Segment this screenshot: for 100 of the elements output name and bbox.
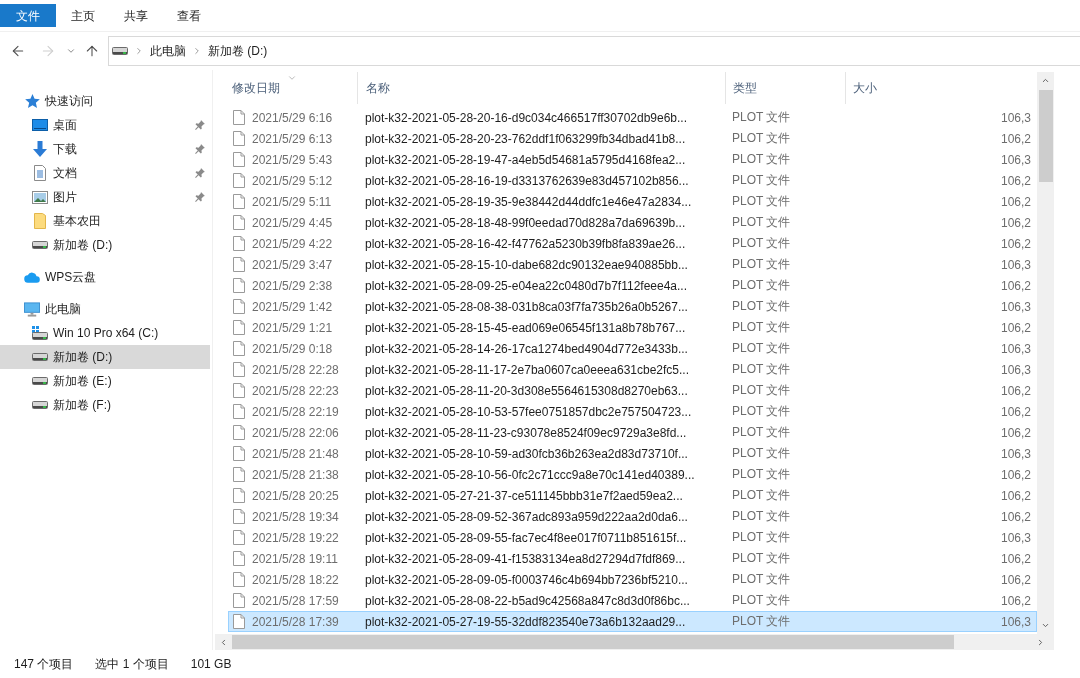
file-row[interactable]: 2021/5/29 3:47 plot-k32-2021-05-28-15-10-dabe682dc90132eae940885bb... PLOT 文件 106,3 [228,254,1037,275]
column-header[interactable]: 修改日期 [232,79,280,97]
file-row[interactable]: 2021/5/29 1:42 plot-k32-2021-05-28-08-38-031b8ca03f7fa735b26a0b5267... PLOT 文件 106,3 [228,296,1037,317]
modified-date: 2021/5/29 6:13 [252,131,333,146]
file-row[interactable]: 2021/5/28 21:38 plot-k32-2021-05-28-10-56-0fc2c71ccc9a8e70c141ed40389... PLOT 文件 106,2 [228,464,1037,485]
file-type: PLOT 文件 [732,467,791,481]
file-row[interactable]: 2021/5/29 2:38 plot-k32-2021-05-28-09-25-e04ea22c0480d7b7f112feee4a... PLOT 文件 106,2 [228,275,1037,296]
sidebar-item[interactable]: 下载 [0,137,210,161]
file-row[interactable]: 2021/5/28 19:22 plot-k32-2021-05-28-09-55-fac7ec4f8ee017f0711b851615f... PLOT 文件 106,3 [228,527,1037,548]
file-row[interactable]: 2021/5/28 22:28 plot-k32-2021-05-28-11-17-2e7ba0607ca0eeea631cbe2fc5... PLOT 文件 106,3 [228,359,1037,380]
file-row[interactable]: 2021/5/28 22:19 plot-k32-2021-05-28-10-53-57fee0751857dbc2e757504723... PLOT 文件 106,2 [228,401,1037,422]
file-row[interactable]: 2021/5/28 19:34 plot-k32-2021-05-28-09-52-367adc893a959d222aa2d0da6... PLOT 文件 106,2 [228,506,1037,527]
ribbon-tab[interactable]: 共享 [109,4,162,27]
ribbon-tab[interactable]: 主页 [56,4,109,27]
file-row[interactable]: 2021/5/28 22:23 plot-k32-2021-05-28-11-20-3d308e5564615308d8270eb63... PLOT 文件 106,2 [228,380,1037,401]
sidebar-item[interactable]: 图片 [0,185,210,209]
modified-date: 2021/5/29 5:11 [252,194,332,209]
modified-date: 2021/5/29 1:21 [252,320,333,335]
chevron-down-icon [1041,621,1050,630]
column-header[interactable]: 大小 [853,79,877,97]
file-row[interactable]: 2021/5/28 17:59 plot-k32-2021-05-28-08-22-b5ad9c42568a847c8d3d0f86bc... PLOT 文件 106,2 [228,590,1037,611]
file-size: 106,2 [1000,194,1031,209]
file-row[interactable]: 2021/5/29 0:18 plot-k32-2021-05-28-14-26-17ca1274bed4904d772e3433b... PLOT 文件 106,3 [228,338,1037,359]
sidebar-item[interactable]: 桌面 [0,113,210,137]
sidebar-item[interactable]: 快速访问 [0,89,210,113]
file-name: plot-k32-2021-05-28-18-48-99f0eedad70d828a7da69639b... [365,215,686,230]
file-row[interactable]: 2021/5/29 6:16 plot-k32-2021-05-28-20-16-d9c034c466517ff30702db9e6b... PLOT 文件 106,3 [228,107,1037,128]
file-row[interactable]: 2021/5/29 1:21 plot-k32-2021-05-28-15-45-ead069e06545f131a8b78b767... PLOT 文件 106,2 [228,317,1037,338]
modified-date: 2021/5/29 5:43 [252,152,333,167]
breadcrumb[interactable]: 新加卷 (D:) [202,40,274,62]
drive-icon [112,47,128,55]
sidebar-item[interactable]: WPS云盘 [0,265,210,289]
file-icon [233,299,245,314]
file-icon [233,467,245,482]
file-row[interactable]: 2021/5/29 5:43 plot-k32-2021-05-28-19-47-a4eb5d54681a5795d4168fea2... PLOT 文件 106,3 [228,149,1037,170]
file-type: PLOT 文件 [732,404,791,418]
file-type: PLOT 文件 [732,593,791,607]
file-row[interactable]: 2021/5/29 5:12 plot-k32-2021-05-28-16-19-d3313762639e83d457102b856... PLOT 文件 106,2 [228,170,1037,191]
modified-date: 2021/5/29 2:38 [252,278,333,293]
item-count: 147 个项目 [14,655,74,673]
file-name: plot-k32-2021-05-28-14-26-17ca1274bed4904d772e3433b... [365,341,688,356]
horizontal-scrollbar[interactable] [215,634,1054,650]
sidebar-item[interactable]: 新加卷 (E:) [0,369,210,393]
file-icon [233,194,245,209]
file-type: PLOT 文件 [732,341,791,355]
file-name: plot-k32-2021-05-27-21-37-ce511145bbb31e7f2aed59ea2... [365,488,683,503]
sidebar-item[interactable]: 此电脑 [0,297,210,321]
file-type: PLOT 文件 [732,362,791,376]
sidebar-item[interactable]: Win 10 Pro x64 (C:) [0,321,210,345]
sidebar-item[interactable]: 新加卷 (D:) [0,233,210,257]
drive-icon [32,241,48,249]
modified-date: 2021/5/28 22:19 [252,404,339,419]
column-header[interactable]: 名称 [366,79,390,97]
file-type: PLOT 文件 [732,572,791,586]
file-type: PLOT 文件 [732,236,791,250]
file-type: PLOT 文件 [732,530,791,544]
sidebar-item[interactable]: 新加卷 (D:) [0,345,210,369]
modified-date: 2021/5/28 19:11 [252,551,338,566]
column-header[interactable]: 类型 [733,79,757,97]
file-icon [233,110,245,125]
vertical-scrollbar[interactable] [1037,72,1054,634]
file-row[interactable]: 2021/5/29 4:45 plot-k32-2021-05-28-18-48-99f0eedad70d828a7da69639b... PLOT 文件 106,2 [228,212,1037,233]
file-name: plot-k32-2021-05-28-10-59-ad30fcb36b263ea2d83d73710f... [365,446,688,461]
scroll-thumb[interactable] [232,635,954,649]
modified-date: 2021/5/28 17:39 [252,614,339,629]
drive-icon [32,377,48,385]
file-row[interactable]: 2021/5/28 18:22 plot-k32-2021-05-28-09-05-f0003746c4b694bb7236bf5210... PLOT 文件 106,2 [228,569,1037,590]
sidebar-item[interactable]: 文档 [0,161,210,185]
modified-date: 2021/5/29 6:16 [252,110,333,125]
ribbon-tab[interactable]: 查看 [162,4,215,27]
file-row[interactable]: 2021/5/29 6:13 plot-k32-2021-05-28-20-23-762ddf1f063299fb34dbad41b8... PLOT 文件 106,2 [228,128,1037,149]
file-type: PLOT 文件 [732,320,791,334]
file-size: 106,3 [1000,446,1031,461]
file-icon [233,257,245,272]
modified-date: 2021/5/28 22:23 [252,383,339,398]
modified-date: 2021/5/28 22:28 [252,362,339,377]
file-row[interactable]: 2021/5/28 20:25 plot-k32-2021-05-27-21-37-ce511145bbb31e7f2aed59ea2... PLOT 文件 106,2 [228,485,1037,506]
file-icon [233,383,245,398]
scroll-thumb[interactable] [1038,90,1053,182]
address-field[interactable]: 此电脑 新加卷 (D:) [108,36,1080,66]
chevron-left-icon [219,637,228,647]
file-row[interactable]: 2021/5/29 5:11 plot-k32-2021-05-28-19-35-9e38442d44ddfc1e46e47a2834... PLOT 文件 106,2 [228,191,1037,212]
sidebar-item[interactable]: 基本农田 [0,209,210,233]
file-menu-tab[interactable]: 文件 [0,4,56,27]
file-row[interactable]: 2021/5/28 19:11 plot-k32-2021-05-28-09-41-f15383134ea8d27294d7fdf869... PLOT 文件 106,2 [228,548,1037,569]
star-icon [24,94,40,108]
file-row[interactable]: 2021/5/29 4:22 plot-k32-2021-05-28-16-42-f47762a5230b39fb8fa839ae26... PLOT 文件 106,2 [228,233,1037,254]
file-icon [233,530,245,545]
file-name: plot-k32-2021-05-28-20-16-d9c034c466517ff30702db9e6b... [365,110,688,125]
file-name: plot-k32-2021-05-28-10-53-57fee0751857dbc2e757504723... [365,404,692,419]
file-row[interactable]: 2021/5/28 17:39 plot-k32-2021-05-27-19-55-32ddf823540e73a6b132aad29... PLOT 文件 106,3 [228,611,1037,632]
breadcrumb[interactable]: 此电脑 [144,40,192,62]
file-row[interactable]: 2021/5/28 21:48 plot-k32-2021-05-28-10-59-ad30fcb36b263ea2d83d73710f... PLOT 文件 106,3 [228,443,1037,464]
file-icon [233,131,245,146]
file-name: plot-k32-2021-05-28-09-25-e04ea22c0480d7b7f112feee4a... [365,278,688,293]
file-icon [233,509,245,524]
sidebar-item[interactable]: 新加卷 (F:) [0,393,210,417]
file-type: PLOT 文件 [732,278,791,292]
file-name: plot-k32-2021-05-28-09-41-f15383134ea8d27294d7fdf869... [365,551,686,566]
file-row[interactable]: 2021/5/28 22:06 plot-k32-2021-05-28-11-23-c93078e8524f09ec9729a3e8fd... PLOT 文件 106,2 [228,422,1037,443]
